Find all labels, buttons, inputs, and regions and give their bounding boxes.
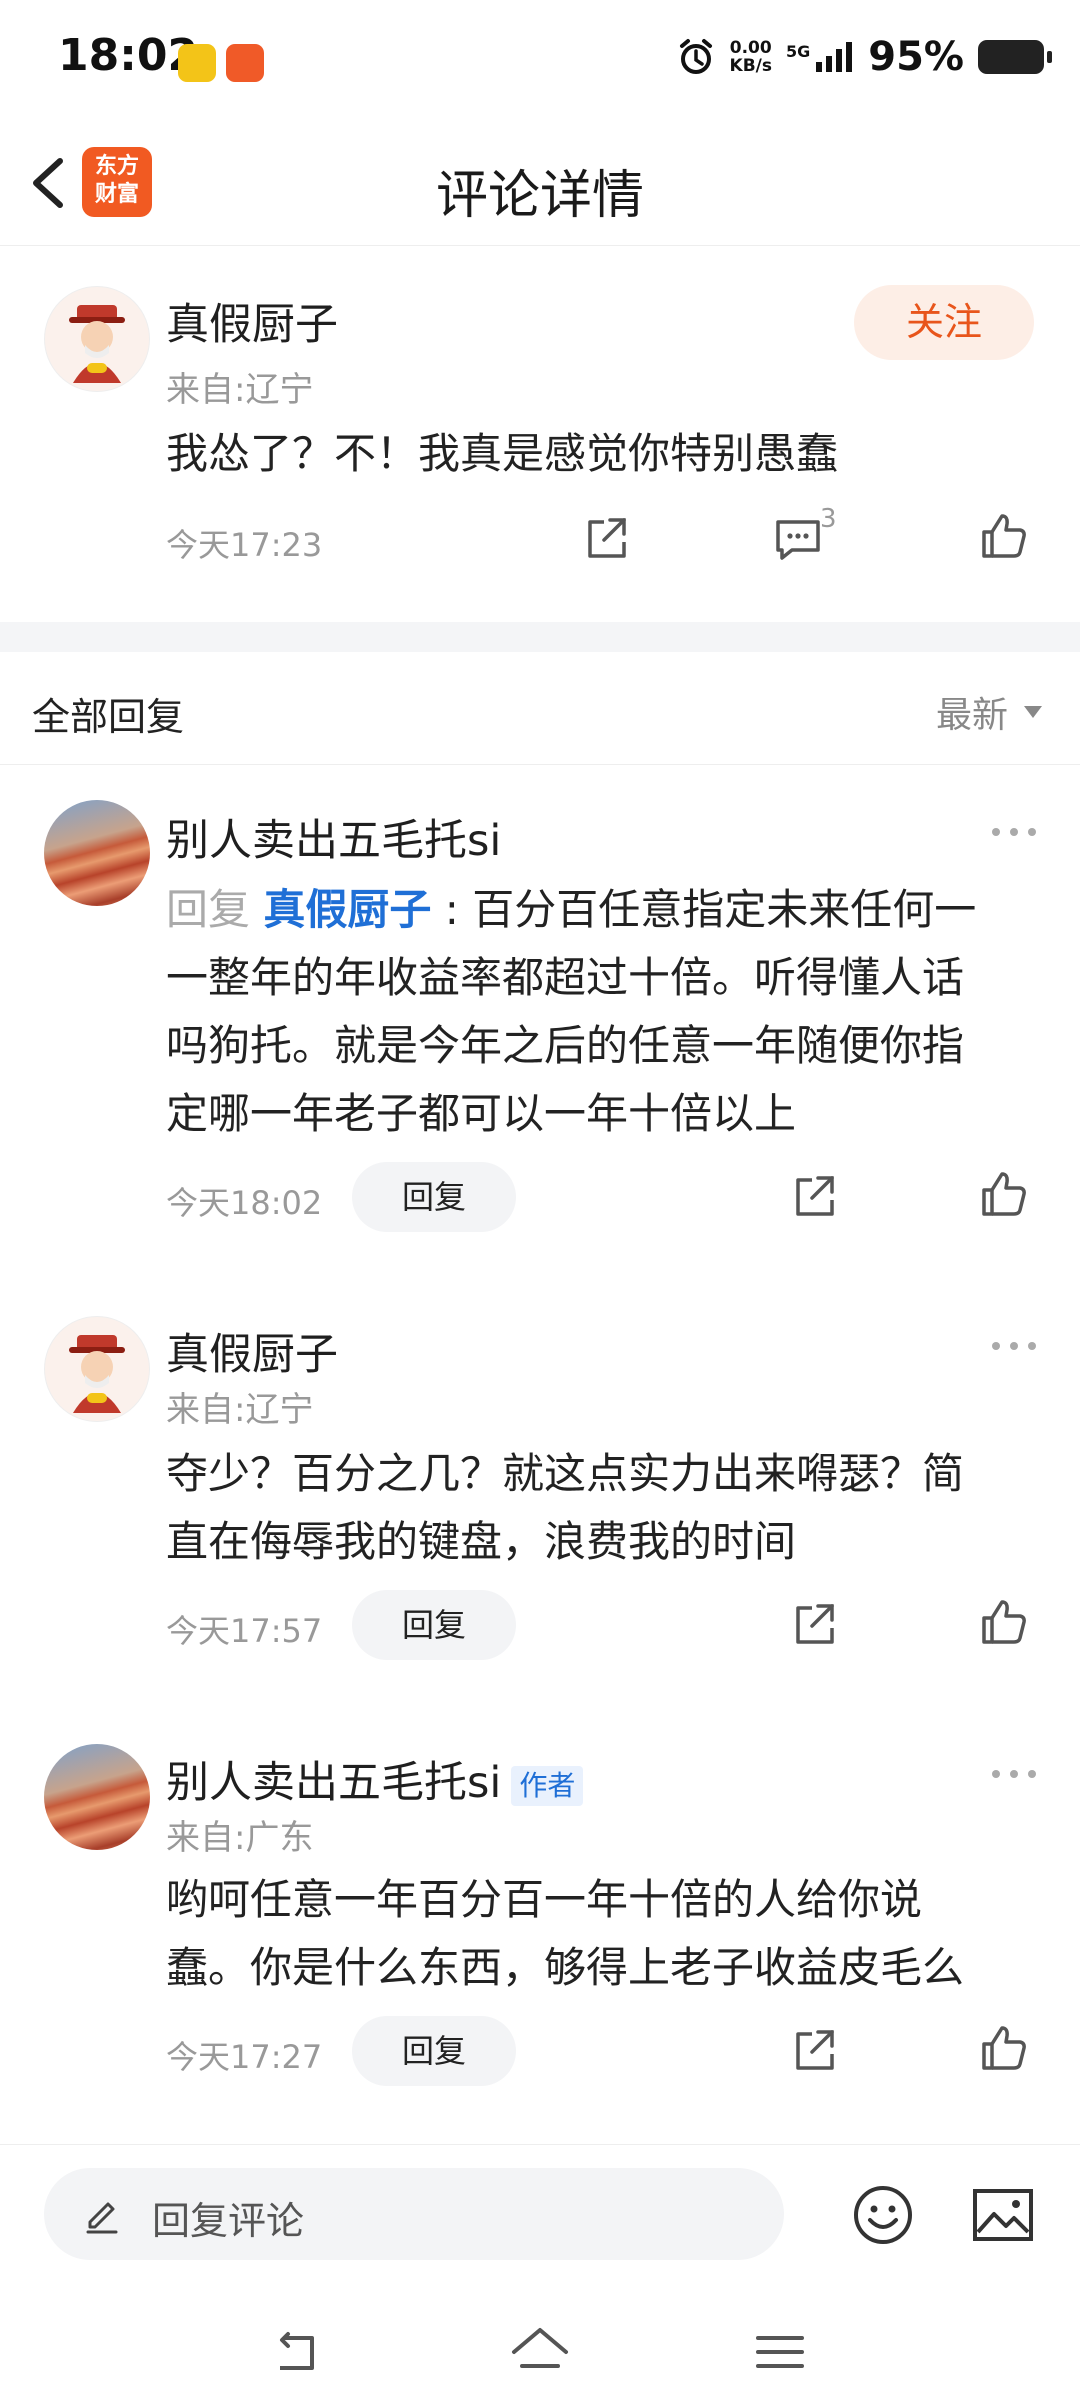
header-rule <box>0 764 1080 765</box>
reply-prefix: 回复 <box>166 885 251 934</box>
like-icon <box>982 1600 1026 1644</box>
reply-text-line-2: 蠢。你是什么东西，够得上老子收益皮毛么 <box>166 1943 965 1992</box>
reply-comment-input[interactable]: 回复评论 <box>44 2168 784 2260</box>
reply-time: 今天17:57 <box>166 1612 323 1650</box>
reply-author[interactable]: 别人卖出五毛托si <box>166 806 501 868</box>
reply-time: 今天17:27 <box>166 2038 323 2076</box>
net-speed-unit: KB/s <box>729 56 772 76</box>
reply-text: 回复 真假厨子 : 百分百任意指定未来任何一 一整年的年收益率都超过十倍。听得懂… <box>166 876 1080 1148</box>
like-icon <box>982 2026 1026 2070</box>
reply-author[interactable]: 别人卖出五毛托si <box>166 1758 501 1808</box>
net-speed: 0.00 KB/s <box>730 39 772 75</box>
more-button[interactable] <box>986 820 1042 844</box>
more-icon <box>992 1770 1036 1778</box>
reply-to-user[interactable]: 真假厨子 <box>263 885 431 934</box>
alarm-icon <box>679 39 712 74</box>
follow-button[interactable]: 关注 <box>854 285 1034 360</box>
comment-author[interactable]: 真假厨子 <box>166 290 338 352</box>
comment-text: 我怂了？不！我真是感觉你特别愚蠢 <box>166 429 839 478</box>
image-button[interactable] <box>972 2186 1034 2244</box>
reply-text-line-1: 夺少？百分之几？就这点实力出来嘚瑟？简 <box>166 1449 965 1498</box>
reply-location: 来自:辽宁 <box>166 1390 314 1430</box>
reply-text-line-2: 一整年的年收益率都超过十倍。听得懂人话 <box>166 953 965 1002</box>
reply-text-line-1: 哟呵任意一年百分百一年十倍的人给你说 <box>166 1875 923 1924</box>
reply-time: 今天18:02 <box>166 1184 323 1222</box>
like-icon <box>982 1172 1026 1216</box>
section-divider <box>0 622 1080 652</box>
more-button[interactable] <box>986 1762 1042 1786</box>
avatar[interactable] <box>44 1316 150 1422</box>
input-placeholder: 回复评论 <box>152 2199 305 2243</box>
comment-location: 来自:辽宁 <box>166 370 314 410</box>
nav-menu-icon <box>756 2336 804 2368</box>
signal-indicator: 5G <box>786 42 854 72</box>
network-type: 5G <box>785 42 811 61</box>
more-button[interactable] <box>986 1334 1042 1358</box>
reply-button[interactable]: 回复 <box>352 1162 516 1232</box>
reply-text-line-3: 吗狗托。就是今年之后的任意一年随便你指 <box>166 1021 965 1070</box>
share-icon <box>796 1176 834 1216</box>
sort-dropdown[interactable]: 最新 <box>936 686 1044 738</box>
status-icons: 0.00 KB/s 5G 95% <box>676 34 1052 80</box>
nav-menu-button[interactable] <box>752 2324 808 2380</box>
reply-count: 3 <box>820 504 837 534</box>
reply-text-line-2: 直在侮辱我的键盘，浪费我的时间 <box>166 1517 797 1566</box>
like-button[interactable] <box>976 2020 1032 2076</box>
avatar[interactable] <box>44 1744 150 1850</box>
share-button[interactable] <box>788 2022 844 2078</box>
nav-back-button[interactable] <box>270 2324 326 2380</box>
reply-text-line-1: 百分百任意指定未来任何一 <box>472 885 977 934</box>
more-icon <box>992 828 1036 836</box>
status-bar: 18:02 0.00 KB/s 5G 95% <box>0 0 1080 125</box>
battery-percent: 95% <box>868 34 964 80</box>
battery-icon <box>978 40 1052 74</box>
reply-button[interactable]: 回复 <box>352 2016 516 2086</box>
share-button[interactable] <box>788 1596 844 1652</box>
all-replies-title: 全部回复 <box>32 695 185 739</box>
like-icon <box>982 514 1026 558</box>
sort-label: 最新 <box>936 695 1009 736</box>
like-button[interactable] <box>976 508 1032 564</box>
reply-text: 哟呵任意一年百分百一年十倍的人给你说 蠢。你是什么东西，够得上老子收益皮毛么 <box>166 1866 1080 2002</box>
share-icon <box>796 1604 834 1644</box>
pencil-icon <box>86 2202 118 2234</box>
reply-text-line-4: 定哪一年老子都可以一年十倍以上 <box>166 1089 797 1138</box>
avatar-figure-icon <box>69 305 125 383</box>
author-badge: 作者 <box>511 1765 584 1806</box>
reply-text: 夺少？百分之几？就这点实力出来嘚瑟？简 直在侮辱我的键盘，浪费我的时间 <box>166 1440 1080 1576</box>
notification-app-icon <box>178 44 216 82</box>
nav-back-icon <box>280 2332 314 2370</box>
like-button[interactable] <box>976 1594 1032 1650</box>
reply-button[interactable]: 回复 <box>352 1590 516 1660</box>
signal-bars-icon <box>816 42 853 72</box>
emoji-button[interactable] <box>852 2184 914 2246</box>
comment-time: 今天17:23 <box>166 526 323 564</box>
share-button[interactable] <box>580 510 636 566</box>
emoji-icon <box>854 2186 912 2244</box>
nav-home-button[interactable] <box>508 2322 572 2382</box>
avatar-figure-icon <box>69 1335 125 1413</box>
bottom-bar-rule <box>0 2144 1080 2145</box>
reply-location: 来自:广东 <box>166 1818 314 1858</box>
avatar[interactable] <box>44 286 150 392</box>
net-speed-value: 0.00 <box>729 38 772 58</box>
comment-icon <box>776 520 820 560</box>
triangle-down-icon <box>1024 706 1043 718</box>
reply-author[interactable]: 真假厨子 <box>166 1320 338 1382</box>
page-title: 评论详情 <box>435 166 644 226</box>
share-button[interactable] <box>788 1168 844 1224</box>
comment-button[interactable] <box>770 510 826 566</box>
nav-home-icon <box>512 2328 568 2368</box>
top-header: 东方 财富 评论详情 <box>0 125 1080 246</box>
reply-author-row: 别人卖出五毛托si 作者 <box>166 1748 584 1810</box>
image-icon <box>973 2189 1033 2241</box>
system-nav-bar <box>0 2300 1080 2408</box>
notification-app-icon-2 <box>226 44 264 82</box>
avatar[interactable] <box>44 800 150 906</box>
reply-text-line: 回复 真假厨子 : 百分百任意指定未来任何一 <box>166 885 977 934</box>
share-icon <box>588 518 626 558</box>
share-icon <box>796 2030 834 2070</box>
more-icon <box>992 1342 1036 1350</box>
like-button[interactable] <box>976 1166 1032 1222</box>
